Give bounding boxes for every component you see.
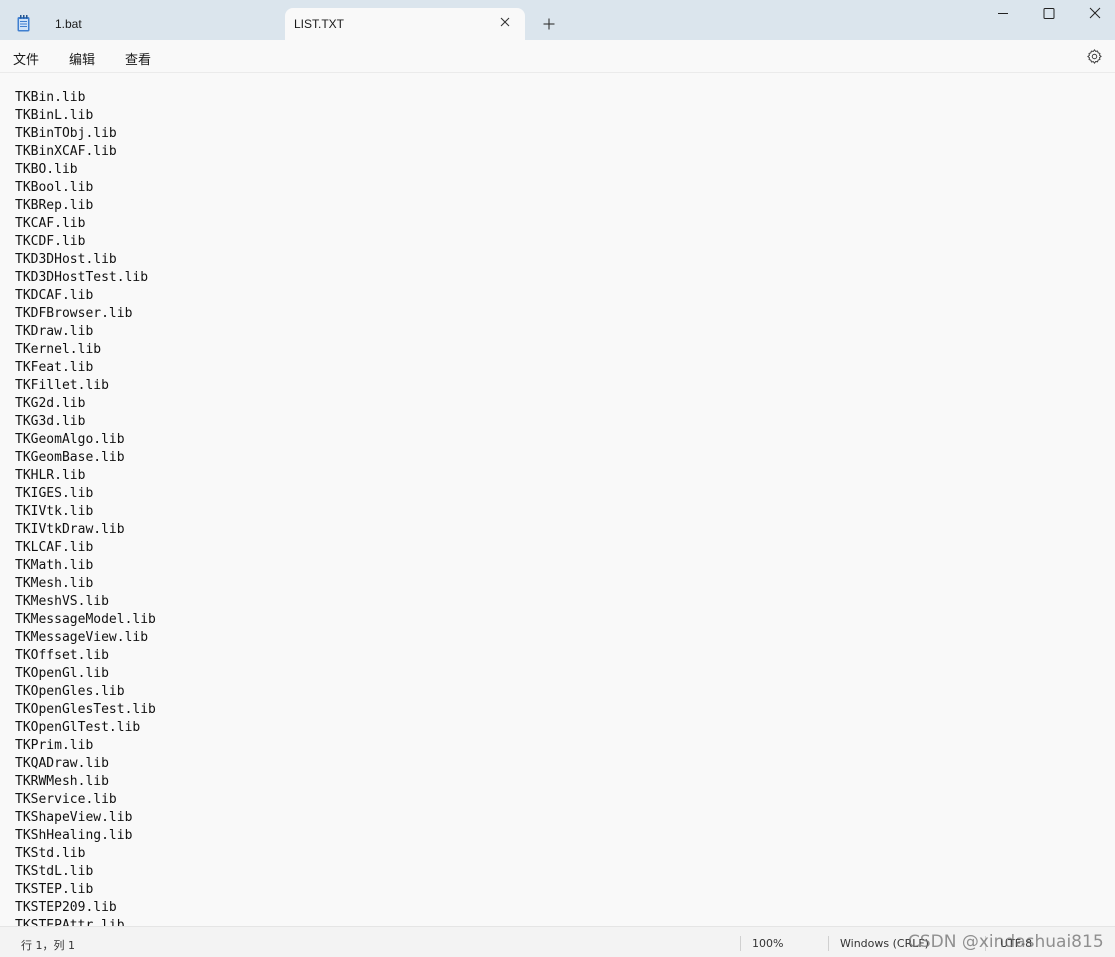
text-line: TKBinXCAF.lib <box>15 144 117 159</box>
cursor-position: 行 1，列 1 <box>21 939 75 952</box>
status-divider <box>740 936 741 951</box>
close-tab-icon[interactable] <box>497 14 513 30</box>
text-line: TKOpenGlTest.lib <box>15 720 141 735</box>
watermark: CSDN @xindashuai815 <box>908 932 1104 952</box>
text-line: TKGeomBase.lib <box>15 450 125 465</box>
notepad-icon <box>17 15 30 32</box>
text-line: TKQADraw.lib <box>15 756 109 771</box>
text-line: TKSTEP209.lib <box>15 900 117 915</box>
text-line: TKService.lib <box>15 792 117 807</box>
text-line: TKG3d.lib <box>15 414 86 429</box>
text-line: TKSTEP.lib <box>15 882 94 897</box>
tab-label: LIST.TXT <box>294 17 345 31</box>
tab-list-txt[interactable]: LIST.TXT <box>285 8 525 40</box>
tab-1-bat[interactable]: 1.bat <box>40 8 284 40</box>
text-line: TKMessageView.lib <box>15 630 149 645</box>
text-line: TKMessageModel.lib <box>15 612 156 627</box>
text-line: TKStd.lib <box>15 846 86 861</box>
text-line: TKFillet.lib <box>15 378 109 393</box>
title-bar: 1.bat LIST.TXT <box>0 0 1115 40</box>
text-line: TKDFBrowser.lib <box>15 306 133 321</box>
status-bar: 行 1，列 1 100% Windows (CRLF) UTF-8 CSDN @… <box>0 926 1115 957</box>
text-line: TKFeat.lib <box>15 360 94 375</box>
text-line: TKOpenGles.lib <box>15 684 125 699</box>
text-line: TKOffset.lib <box>15 648 109 663</box>
zoom-level[interactable]: 100% <box>752 937 783 950</box>
text-line: TKBool.lib <box>15 180 94 195</box>
text-line: TKStdL.lib <box>15 864 94 879</box>
text-editor[interactable]: TKBin.lib TKBinL.lib TKBinTObj.lib TKBinXCA… <box>0 74 1115 926</box>
text-line: TKD3DHost.lib <box>15 252 117 267</box>
text-line: TKBinL.lib <box>15 108 94 123</box>
text-line: TKIVtk.lib <box>15 504 94 519</box>
text-line: TKMath.lib <box>15 558 94 573</box>
text-line: TKBO.lib <box>15 162 78 177</box>
menu-file[interactable]: 文件 <box>13 49 39 68</box>
text-line: TKBRep.lib <box>15 198 94 213</box>
text-lines: TKBin.lib TKBinL.lib TKBinTObj.lib TKBinXCA… <box>15 89 156 926</box>
text-line: TKMeshVS.lib <box>15 594 109 609</box>
text-line: TKG2d.lib <box>15 396 86 411</box>
text-line: TKShapeView.lib <box>15 810 133 825</box>
status-divider <box>828 936 829 951</box>
text-line: TKDraw.lib <box>15 324 94 339</box>
text-line: TKD3DHostTest.lib <box>15 270 149 285</box>
text-line: TKHLR.lib <box>15 468 86 483</box>
text-line: TKRWMesh.lib <box>15 774 109 789</box>
gear-icon[interactable] <box>1086 48 1103 65</box>
text-line: TKGeomAlgo.lib <box>15 432 125 447</box>
menu-edit[interactable]: 编辑 <box>69 49 95 68</box>
text-line: TKIVtkDraw.lib <box>15 522 125 537</box>
new-tab-plus-icon[interactable] <box>540 15 558 33</box>
close-icon[interactable] <box>1072 0 1115 28</box>
text-line: TKBin.lib <box>15 90 86 105</box>
maximize-icon[interactable] <box>1026 0 1072 28</box>
text-line: TKCDF.lib <box>15 234 86 249</box>
minimize-icon[interactable] <box>980 0 1026 28</box>
text-line: TKMesh.lib <box>15 576 94 591</box>
text-line: TKShHealing.lib <box>15 828 133 843</box>
menu-bar: 文件 编辑 查看 <box>0 40 1115 73</box>
text-line: TKOpenGl.lib <box>15 666 109 681</box>
menu-view[interactable]: 查看 <box>125 49 151 68</box>
tab-label: 1.bat <box>55 17 82 31</box>
text-line: TKOpenGlesTest.lib <box>15 702 156 717</box>
text-line: TKCAF.lib <box>15 216 86 231</box>
text-line: TKSTEPAttr.lib <box>15 918 125 926</box>
text-line: TKLCAF.lib <box>15 540 94 555</box>
text-line: TKernel.lib <box>15 342 102 357</box>
text-line: TKDCAF.lib <box>15 288 94 303</box>
text-line: TKBinTObj.lib <box>15 126 117 141</box>
text-line: TKIGES.lib <box>15 486 94 501</box>
text-line: TKPrim.lib <box>15 738 94 753</box>
